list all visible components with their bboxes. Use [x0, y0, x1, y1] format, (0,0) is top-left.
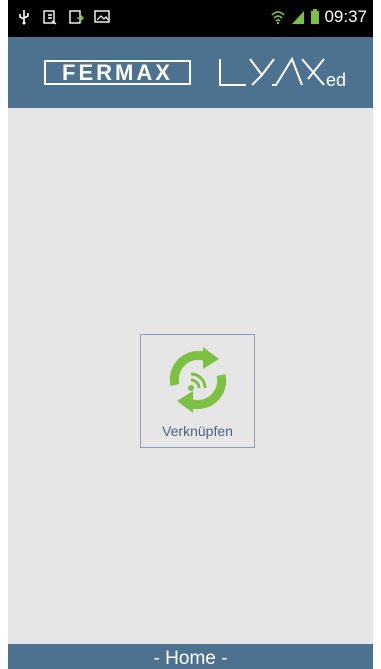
- main-content: Verknüpfen: [8, 108, 373, 644]
- signal-icon: [290, 9, 306, 25]
- link-button[interactable]: Verknüpfen: [140, 334, 255, 448]
- footer-bar: - Home -: [8, 644, 373, 669]
- image-icon: [94, 9, 110, 25]
- usb-icon: [16, 9, 32, 25]
- status-bar: 09:37: [8, 0, 373, 37]
- sync-link-icon: [161, 343, 235, 417]
- fermax-logo: FERMAX: [44, 60, 191, 85]
- app-header: FERMAX ed: [8, 37, 373, 108]
- clock-time: 09:37: [324, 7, 367, 26]
- status-icons-left: [16, 9, 110, 25]
- svg-text:ed: ed: [326, 70, 346, 90]
- app-screen: 09:37 FERMAX ed Verknüpfen - Home -: [8, 0, 373, 669]
- lynxed-logo: ed: [216, 53, 356, 93]
- download-icon: [42, 9, 58, 25]
- battery-icon: [310, 9, 320, 25]
- wifi-icon: [270, 9, 286, 25]
- link-button-label: Verknüpfen: [162, 423, 233, 439]
- footer-title: - Home -: [153, 648, 228, 669]
- status-icons-right: 09:37: [270, 7, 367, 27]
- upload-icon: [68, 9, 85, 25]
